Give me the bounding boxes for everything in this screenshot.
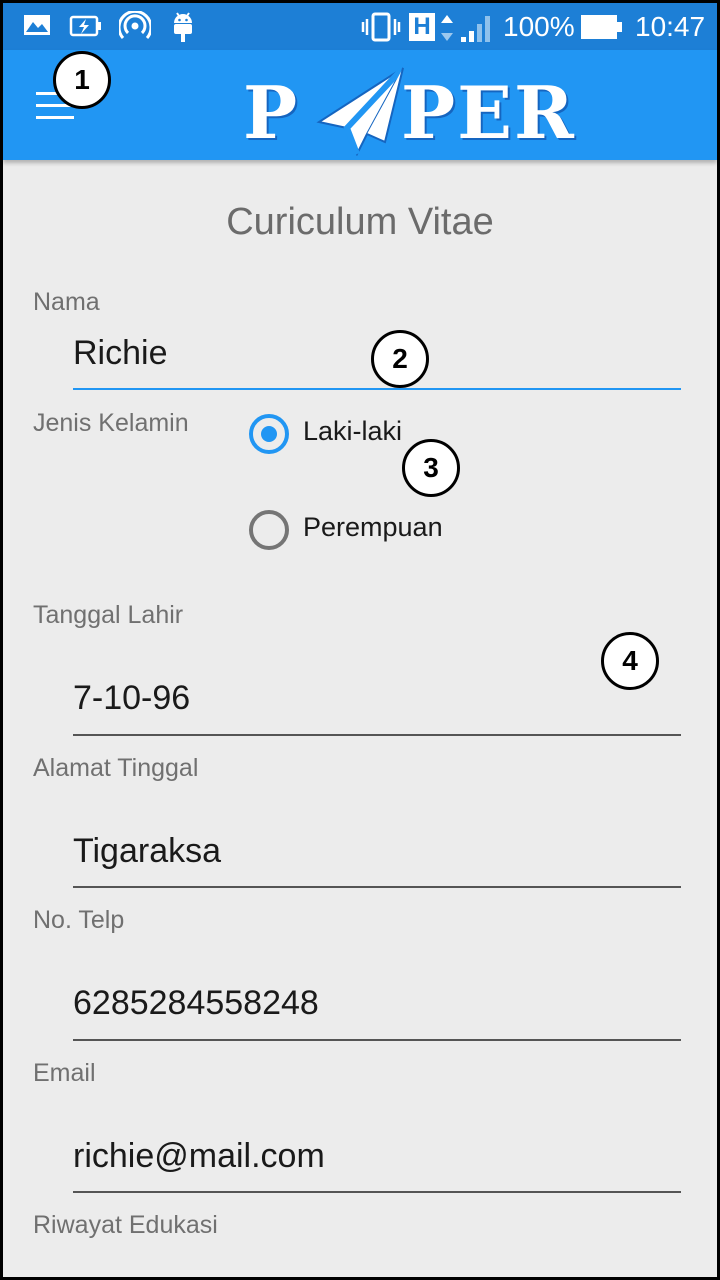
nama-label: Nama [33, 288, 100, 316]
callout-1: 1 [53, 51, 111, 109]
callout-3: 3 [402, 439, 460, 497]
riwayat-edukasi-label: Riwayat Edukasi [33, 1211, 218, 1239]
signal-icon [461, 16, 490, 42]
jenis-kelamin-label: Jenis Kelamin [33, 409, 189, 437]
radio-perempuan-label: Perempuan [303, 512, 443, 542]
battery-icon [581, 15, 622, 39]
alamat-underline [73, 886, 681, 888]
alamat-label: Alamat Tinggal [33, 754, 199, 782]
telp-label: No. Telp [33, 906, 125, 934]
battery-charging-icon [69, 15, 101, 37]
email-underline [73, 1191, 681, 1193]
page-title: Curiculum Vitae [226, 201, 494, 243]
battery-percent: 100% [503, 11, 575, 42]
clock: 10:47 [635, 11, 706, 42]
hotspot-icon [119, 11, 151, 39]
radio-unchecked-icon [249, 510, 289, 550]
status-bar: H 100% 10:47 [3, 3, 717, 50]
radio-checked-icon [249, 414, 289, 454]
nama-underline [73, 388, 681, 390]
paper-logo: P PER [241, 58, 593, 156]
network-type-icon: H [409, 13, 435, 41]
app-bar: P PER [3, 50, 717, 160]
email-label: Email [33, 1059, 96, 1087]
logo-letters-per: PER [401, 70, 576, 155]
paper-plane-icon [316, 65, 406, 156]
tanggal-lahir-input[interactable] [73, 679, 681, 718]
phone-screen: H 100% 10:47 P PER 1 2 3 4 Curiculum Vit… [0, 0, 720, 1280]
logo-letter-p: P [243, 70, 300, 155]
tanggal-lahir-underline [73, 734, 681, 736]
data-arrows-icon [441, 15, 453, 41]
vibrate-icon [361, 12, 401, 42]
telp-underline [73, 1039, 681, 1041]
image-notification-icon [24, 15, 50, 35]
radio-laki-laki-label: Laki-laki [303, 416, 403, 446]
tanggal-lahir-label: Tanggal Lahir [33, 601, 184, 629]
telp-input[interactable] [73, 984, 681, 1023]
email-input[interactable] [73, 1137, 681, 1176]
android-icon [174, 12, 192, 42]
alamat-input[interactable] [73, 832, 681, 871]
nama-input[interactable] [73, 334, 681, 373]
